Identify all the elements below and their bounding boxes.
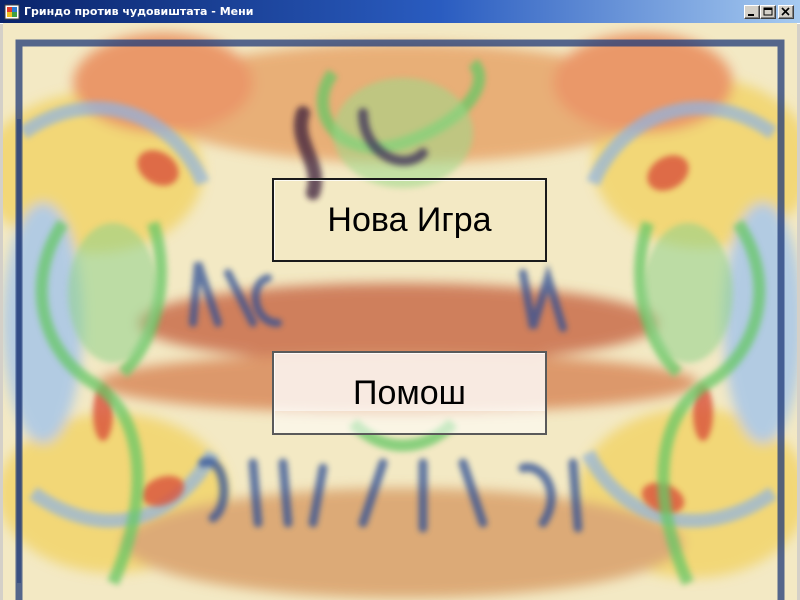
close-button[interactable] [778,5,794,19]
help-button[interactable]: Помош [272,351,547,435]
new-game-label: Нова Игра [327,200,492,239]
background-artwork [3,23,797,600]
window-title: Гриндо против чудовиштата - Мени [24,5,254,18]
menu-client-area: Нова Игра Помош [3,23,797,600]
main-menu-window: Гриндо против чудовиштата - Мени Нова Иг… [0,0,800,600]
close-icon [781,7,790,16]
minimize-icon [748,14,754,16]
app-icon[interactable] [4,4,20,20]
help-label: Помош [353,373,466,412]
new-game-button[interactable]: Нова Игра [272,178,547,262]
title-bar[interactable]: Гриндо против чудовиштата - Мени [0,0,800,24]
maximize-button[interactable] [760,5,776,19]
minimize-button[interactable] [744,5,760,19]
maximize-icon [763,7,773,16]
